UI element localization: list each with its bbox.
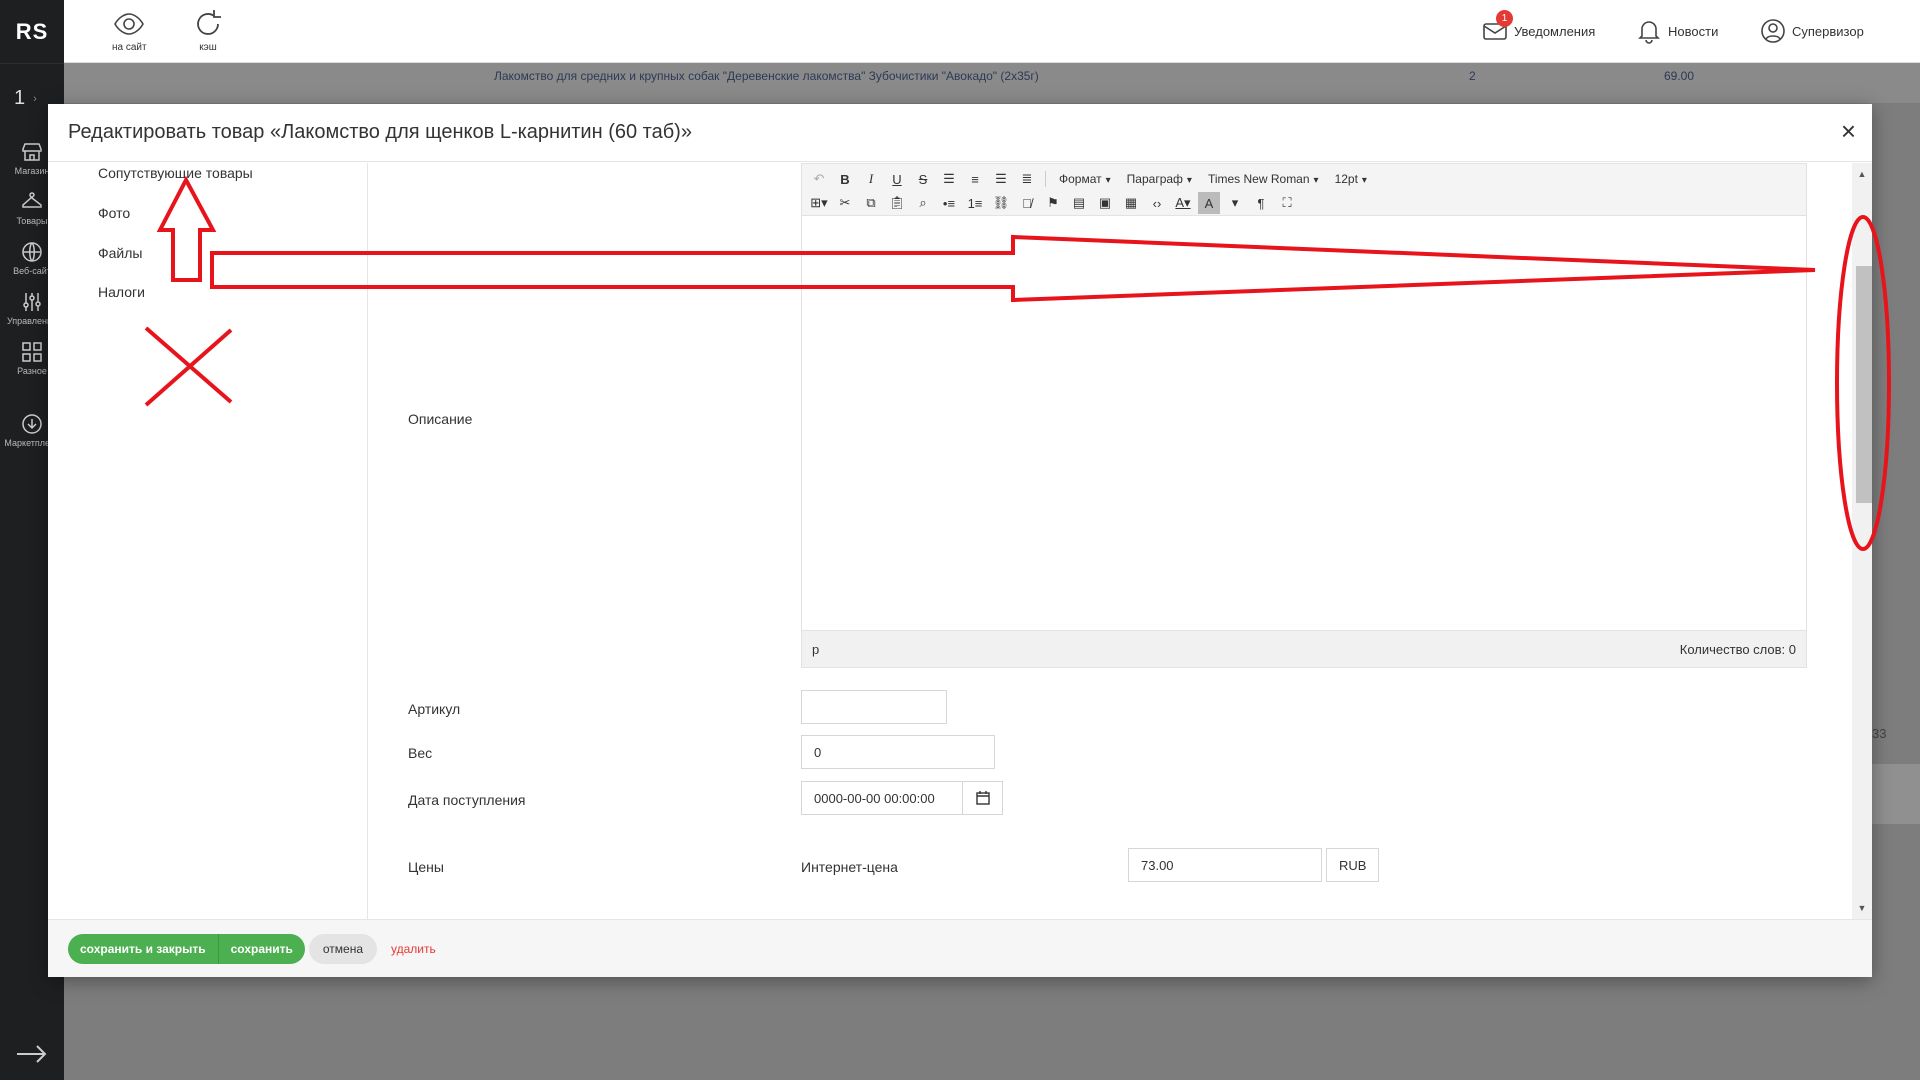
internet-price-label: Интернет-цена	[801, 859, 898, 875]
save-and-close-button[interactable]: сохранить и закрыть	[68, 933, 218, 964]
form-area: Описание ↶ B I U S ☰ ≡ ☰ ≣ Формат ▾ Пара…	[368, 163, 1872, 919]
format-dropdown[interactable]: Формат	[1053, 172, 1117, 186]
download-icon	[22, 414, 42, 434]
modal-scrollbar[interactable]: ▲ ▼	[1852, 163, 1872, 919]
editor-toolbar: ↶ B I U S ☰ ≡ ☰ ≣ Формат Параграф Times …	[802, 164, 1806, 216]
table-icon[interactable]: ⊞▾	[808, 192, 830, 214]
tab-related-products[interactable]: Сопутствующие товары	[98, 165, 253, 181]
arrow-right-icon	[17, 1045, 47, 1063]
scroll-down-icon[interactable]: ▼	[1852, 899, 1872, 917]
clear-cache-button[interactable]: кэш	[192, 8, 224, 53]
save-button[interactable]: сохранить	[217, 933, 305, 964]
app-logo: RS	[15, 18, 49, 44]
editor-statusbar: p Количество слов: 0	[802, 630, 1806, 667]
article-label: Артикул	[408, 701, 461, 717]
link-icon[interactable]: ⛓	[990, 192, 1012, 214]
preview-icon[interactable]: ▤	[1068, 192, 1090, 214]
background-color-icon[interactable]: A	[1198, 192, 1220, 214]
background-row-price: 69.00	[1664, 69, 1695, 83]
edit-product-modal: Редактировать товар «Лакомство для щенко…	[48, 104, 1872, 977]
image-icon[interactable]: ▣	[1094, 192, 1116, 214]
news-button[interactable]: Новости	[1636, 18, 1718, 44]
background-row-title: Лакомство для средних и крупных собак "Д…	[494, 69, 1039, 83]
element-path[interactable]: p	[812, 642, 819, 657]
top-bar: на сайт кэш 1 Уведомления Новости Суперв…	[64, 0, 1920, 63]
site-number: 1	[14, 87, 26, 109]
tab-photo[interactable]: Фото	[98, 205, 130, 221]
currency-selector[interactable]: RUB	[1326, 848, 1380, 882]
modal-body: Сопутствующие товары Фото Файлы Налоги О…	[48, 163, 1872, 919]
close-button[interactable]: ×	[1841, 118, 1856, 144]
delete-link[interactable]: удалить	[391, 942, 436, 956]
notifications-button[interactable]: 1 Уведомления	[1482, 10, 1595, 44]
editor-content-area[interactable]	[802, 216, 1806, 631]
refresh-icon	[197, 10, 221, 35]
word-count: Количество слов: 0	[1679, 641, 1796, 657]
tab-taxes[interactable]: Налоги	[98, 284, 145, 300]
collapse-menu-button[interactable]	[0, 1042, 64, 1066]
article-input[interactable]	[801, 690, 947, 724]
to-site-button[interactable]: на сайт	[112, 8, 147, 53]
bookmark-icon[interactable]: ⚑	[1042, 192, 1064, 214]
arrival-date-label: Дата поступления	[408, 792, 526, 808]
notifications-badge: 1	[1496, 10, 1513, 27]
arrival-date-input[interactable]	[801, 781, 963, 815]
undo-icon[interactable]: ↶	[808, 168, 830, 190]
eye-icon	[114, 13, 145, 35]
bold-button[interactable]: B	[834, 168, 856, 190]
save-button-group: сохранить и закрыть сохранить	[68, 933, 305, 964]
font-size-dropdown[interactable]: 12pt	[1329, 172, 1373, 186]
tab-files[interactable]: Файлы	[98, 245, 142, 261]
weight-input[interactable]	[801, 735, 995, 769]
align-right-icon[interactable]: ☰	[990, 168, 1012, 190]
modal-header: Редактировать товар «Лакомство для щенко…	[48, 104, 1872, 162]
code-icon[interactable]: ‹›	[1146, 192, 1168, 214]
cut-icon[interactable]: ✂	[834, 192, 856, 214]
hanger-icon	[22, 192, 42, 208]
bullet-list-icon[interactable]: •≡	[938, 192, 960, 214]
align-justify-icon[interactable]: ≣	[1016, 168, 1038, 190]
modal-footer: сохранить и закрыть сохранить отмена уда…	[48, 919, 1872, 977]
calendar-icon	[975, 791, 990, 805]
grid-icon	[22, 342, 42, 362]
background-row-qty: 2	[1469, 69, 1476, 83]
bell-icon	[1638, 21, 1660, 44]
numbered-list-icon[interactable]: 1≡	[964, 192, 986, 214]
chevron-right-icon: ›	[33, 92, 37, 105]
prices-label: Цены	[408, 859, 444, 875]
sliders-icon	[23, 293, 41, 311]
media-icon[interactable]: ▦	[1120, 192, 1142, 214]
italic-button[interactable]: I	[860, 168, 882, 190]
copy-icon[interactable]: ⧉	[860, 192, 882, 214]
internet-price-input[interactable]	[1128, 848, 1322, 882]
pilcrow-icon[interactable]: ¶	[1250, 192, 1272, 214]
background-product-list: Лакомство для средних и крупных собак "Д…	[64, 63, 1920, 103]
tabs-column: Сопутствующие товары Фото Файлы Налоги	[48, 163, 368, 919]
cancel-button[interactable]: отмена	[308, 933, 378, 964]
background-color-dropdown-icon[interactable]: ▾	[1224, 192, 1246, 214]
underline-button[interactable]: U	[886, 168, 908, 190]
user-icon	[1761, 19, 1785, 43]
description-editor: ↶ B I U S ☰ ≡ ☰ ≣ Формат Параграф Times …	[801, 163, 1807, 668]
find-icon[interactable]: ⌕	[912, 192, 934, 214]
fullscreen-icon[interactable]: ⛶	[1276, 192, 1298, 214]
calendar-button[interactable]	[963, 781, 1003, 815]
text-color-icon[interactable]: A▾	[1172, 192, 1194, 214]
globe-icon	[22, 242, 42, 262]
font-family-dropdown[interactable]: Times New Roman	[1202, 172, 1325, 186]
paragraph-dropdown[interactable]: Параграф	[1121, 172, 1198, 186]
user-menu-button[interactable]: Супервизор	[1760, 18, 1864, 44]
strikethrough-button[interactable]: S	[912, 168, 934, 190]
unlink-icon[interactable]: ⛓̸	[1016, 192, 1038, 214]
description-label: Описание	[408, 411, 473, 427]
align-left-icon[interactable]: ☰	[938, 168, 960, 190]
paste-icon[interactable]: 📋︎	[886, 192, 908, 214]
weight-label: Вес	[408, 745, 433, 761]
scroll-up-icon[interactable]: ▲	[1852, 165, 1872, 183]
modal-title: Редактировать товар «Лакомство для щенко…	[68, 121, 692, 143]
scrollbar-thumb[interactable]	[1856, 266, 1872, 503]
shop-icon	[22, 143, 42, 161]
align-center-icon[interactable]: ≡	[964, 168, 986, 190]
